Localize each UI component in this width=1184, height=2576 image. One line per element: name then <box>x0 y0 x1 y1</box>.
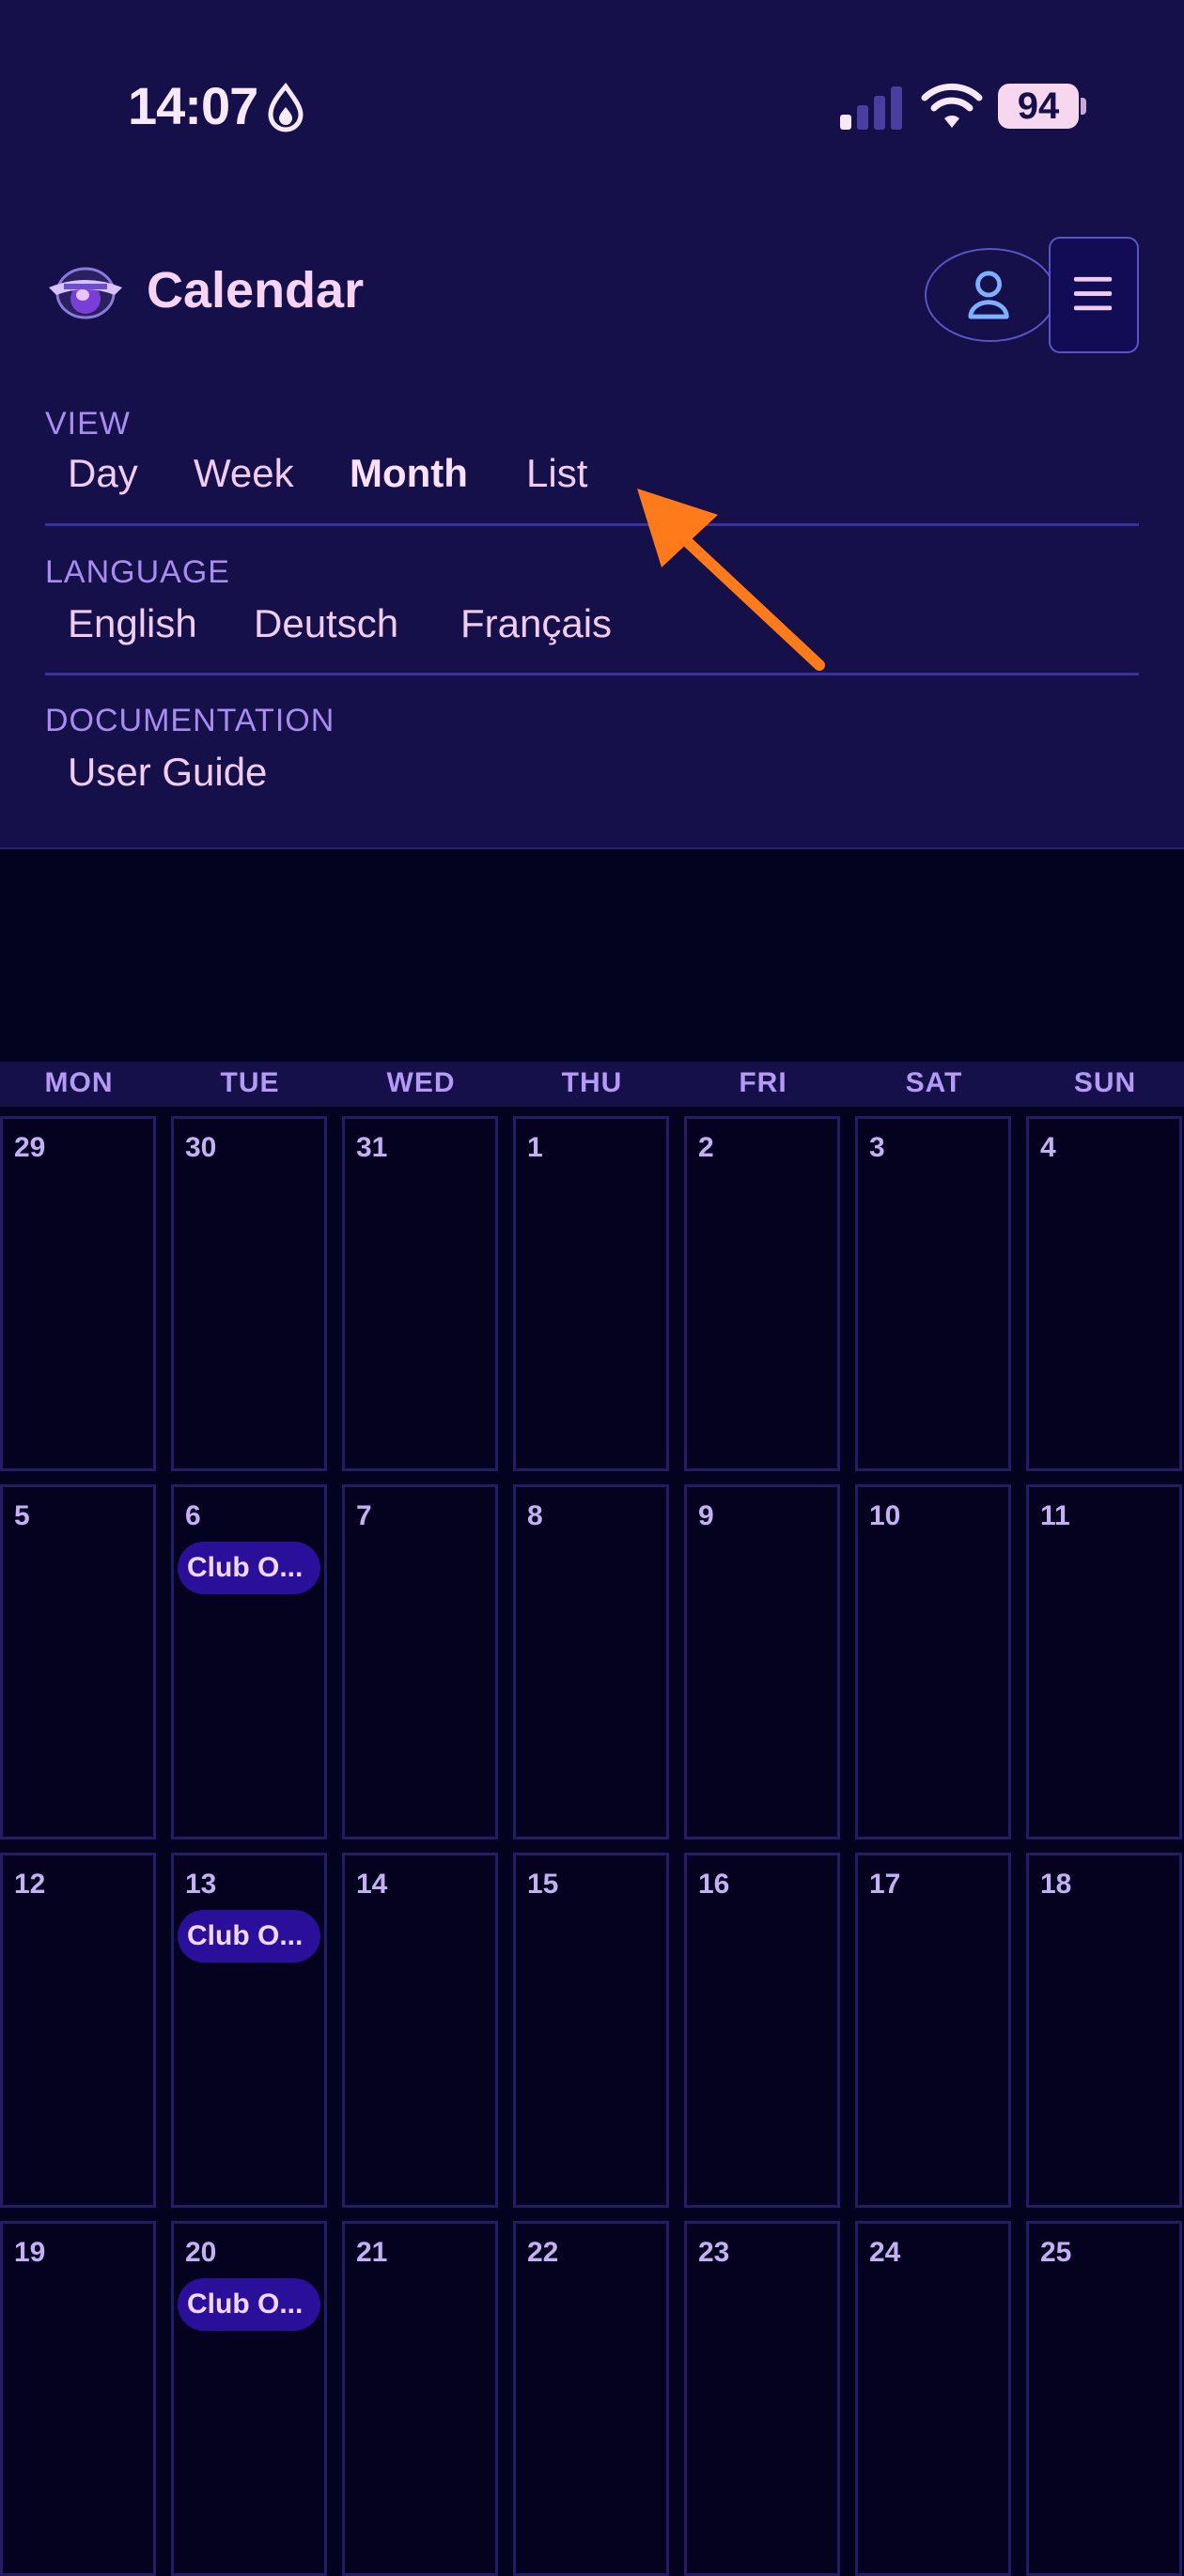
status-bar: 14:07 94 <box>0 0 1184 188</box>
day-cell[interactable]: 13 Club O... <box>171 1853 327 2208</box>
day-number: 6 <box>185 1500 201 1531</box>
weekday-label: SUN <box>1073 1067 1137 1098</box>
day-cell[interactable]: 17 <box>855 1853 1011 2208</box>
day-cell[interactable]: 16 <box>684 1853 840 2208</box>
day-number: 3 <box>869 1132 885 1163</box>
day-cell[interactable]: 7 <box>342 1484 498 1839</box>
signal-icon <box>840 86 902 130</box>
user-guide-link[interactable]: User Guide <box>68 750 267 795</box>
flame-icon <box>268 83 304 132</box>
status-time: 14:07 <box>128 76 258 135</box>
battery-level: 94 <box>1017 85 1060 127</box>
day-number: 4 <box>1040 1132 1056 1163</box>
day-number: 24 <box>869 2237 901 2268</box>
day-number: 9 <box>698 1500 714 1531</box>
wifi-icon <box>921 83 983 128</box>
day-cell[interactable]: 10 <box>855 1484 1011 1839</box>
day-number: 15 <box>527 1869 559 1900</box>
app-logo <box>49 267 122 319</box>
day-number: 5 <box>14 1500 30 1531</box>
day-cell[interactable]: 12 <box>0 1853 156 2208</box>
day-number: 14 <box>356 1869 388 1900</box>
battery-nub <box>1081 98 1086 115</box>
language-section-label: LANGUAGE <box>45 554 230 590</box>
day-cell[interactable]: 20 Club O... <box>171 2221 327 2576</box>
weekday-label: SAT <box>905 1067 963 1098</box>
day-cell[interactable]: 30 <box>171 1116 327 1471</box>
day-number: 17 <box>869 1869 901 1900</box>
menu-button[interactable] <box>1049 237 1139 353</box>
day-cell[interactable]: 25 <box>1026 2221 1182 2576</box>
annotation-arrow-icon <box>637 489 825 671</box>
day-number: 31 <box>356 1132 388 1163</box>
event-pill[interactable]: Club O... <box>178 2278 320 2331</box>
view-list-link[interactable]: List <box>526 451 587 496</box>
language-deutsch-link[interactable]: Deutsch <box>254 601 398 646</box>
day-number: 1 <box>527 1132 543 1163</box>
day-cell[interactable]: 21 <box>342 2221 498 2576</box>
language-francais-link[interactable]: Français <box>460 601 612 646</box>
day-number: 7 <box>356 1500 372 1531</box>
day-number: 22 <box>527 2237 559 2268</box>
day-cell[interactable]: 1 <box>513 1116 669 1471</box>
day-cell[interactable]: 18 <box>1026 1853 1182 2208</box>
day-cell[interactable]: 2 <box>684 1116 840 1471</box>
day-number: 12 <box>14 1869 46 1900</box>
day-cell[interactable]: 14 <box>342 1853 498 2208</box>
view-section-label: VIEW <box>45 406 131 442</box>
divider <box>45 523 1139 526</box>
day-number: 11 <box>1040 1500 1070 1531</box>
language-english-link[interactable]: English <box>68 601 197 646</box>
day-number: 20 <box>185 2237 217 2268</box>
day-number: 2 <box>698 1132 714 1163</box>
event-pill[interactable]: Club O... <box>178 1910 320 1963</box>
day-cell[interactable]: 19 <box>0 2221 156 2576</box>
weekday-label: THU <box>561 1067 623 1098</box>
day-cell[interactable]: 6 Club O... <box>171 1484 327 1839</box>
weekday-label: FRI <box>739 1067 787 1098</box>
view-day-link[interactable]: Day <box>68 451 138 496</box>
app-title: Calendar <box>147 262 365 318</box>
view-week-link[interactable]: Week <box>194 451 294 496</box>
day-number: 19 <box>14 2237 46 2268</box>
day-number: 21 <box>356 2237 388 2268</box>
day-number: 16 <box>698 1869 730 1900</box>
divider <box>45 673 1139 675</box>
day-number: 13 <box>185 1869 217 1900</box>
day-cell[interactable]: 29 <box>0 1116 156 1471</box>
battery-icon: 94 <box>998 84 1079 129</box>
day-number: 30 <box>185 1132 217 1163</box>
day-cell[interactable]: 4 <box>1026 1116 1182 1471</box>
day-cell[interactable]: 8 <box>513 1484 669 1839</box>
day-cell[interactable]: 5 <box>0 1484 156 1839</box>
day-number: 25 <box>1040 2237 1072 2268</box>
day-number: 18 <box>1040 1869 1072 1900</box>
hamburger-icon <box>1073 276 1113 311</box>
event-pill[interactable]: Club O... <box>178 1542 320 1594</box>
day-cell[interactable]: 3 <box>855 1116 1011 1471</box>
day-cell[interactable]: 15 <box>513 1853 669 2208</box>
day-cell[interactable]: 23 <box>684 2221 840 2576</box>
day-number: 23 <box>698 2237 730 2268</box>
weekday-label: WED <box>386 1067 456 1098</box>
profile-button[interactable] <box>925 248 1056 342</box>
weekday-label: MON <box>44 1067 114 1098</box>
day-cell[interactable]: 22 <box>513 2221 669 2576</box>
day-cell[interactable]: 31 <box>342 1116 498 1471</box>
day-number: 29 <box>14 1132 46 1163</box>
view-month-link[interactable]: Month <box>350 451 468 496</box>
day-cell[interactable]: 9 <box>684 1484 840 1839</box>
weekday-label: TUE <box>220 1067 280 1098</box>
day-number: 8 <box>527 1500 543 1531</box>
day-number: 10 <box>869 1500 901 1531</box>
user-icon <box>968 271 1009 319</box>
day-cell[interactable]: 24 <box>855 2221 1011 2576</box>
day-cell[interactable]: 11 <box>1026 1484 1182 1839</box>
documentation-section-label: DOCUMENTATION <box>45 703 335 738</box>
